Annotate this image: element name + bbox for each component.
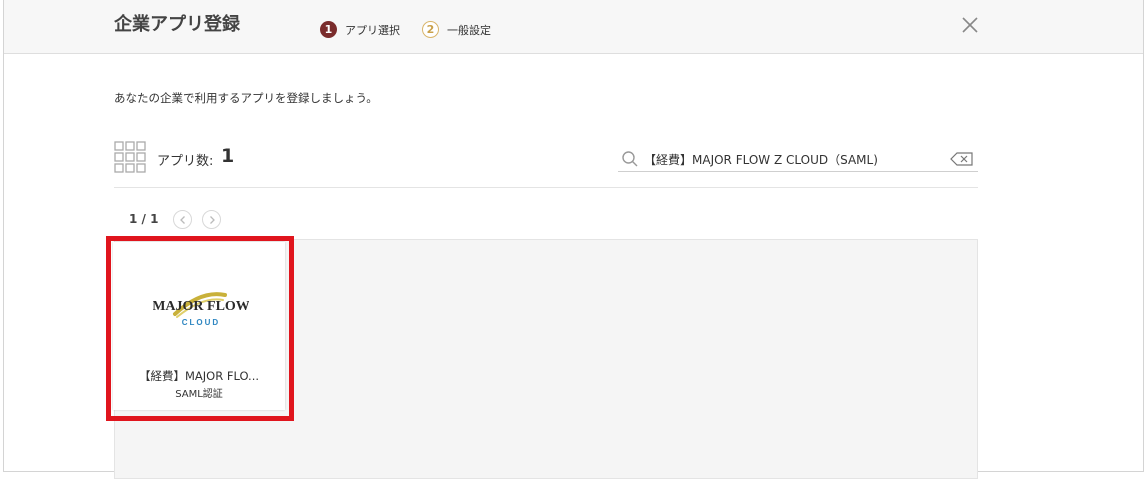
major-flow-cloud-logo: MAJOR FLOW CLOUD xyxy=(153,292,249,327)
app-card-title: 【経費】MAJOR FLO... xyxy=(138,369,260,383)
app-count-value: 1 xyxy=(221,145,235,167)
close-button[interactable] xyxy=(958,13,982,37)
prev-page-button[interactable] xyxy=(173,210,192,229)
search-box xyxy=(618,147,978,172)
close-icon xyxy=(962,17,978,33)
divider xyxy=(114,187,978,188)
app-card-subtitle: SAML認証 xyxy=(175,389,223,400)
chevron-right-icon xyxy=(209,215,215,224)
chevron-left-icon xyxy=(179,215,185,224)
intro-text: あなたの企業で利用するアプリを登録しましょう。 xyxy=(114,91,378,105)
page-indicator: 1 / 1 xyxy=(129,212,159,226)
step-1-label: アプリ選択 xyxy=(345,23,400,37)
search-icon xyxy=(622,151,638,167)
app-card[interactable]: MAJOR FLOW CLOUD 【経費】MAJOR FLO... SAML認証 xyxy=(113,242,285,410)
step-2-number: 2 xyxy=(422,21,439,38)
step-1-number: 1 xyxy=(320,21,337,38)
search-input[interactable] xyxy=(644,149,944,169)
logo-sub-text: CLOUD xyxy=(182,318,220,327)
step-indicator: 1 アプリ選択 2 一般設定 xyxy=(320,21,513,38)
clear-search-icon[interactable] xyxy=(950,152,974,166)
app-count-label: アプリ数: xyxy=(157,154,214,169)
step-2-label: 一般設定 xyxy=(447,23,491,37)
modal-header: 企業アプリ登録 1 アプリ選択 2 一般設定 xyxy=(4,0,1143,54)
grid-view-icon xyxy=(114,141,146,177)
modal-title: 企業アプリ登録 xyxy=(114,14,240,35)
logo-main-text: MAJOR FLOW xyxy=(153,299,249,314)
next-page-button[interactable] xyxy=(202,210,221,229)
